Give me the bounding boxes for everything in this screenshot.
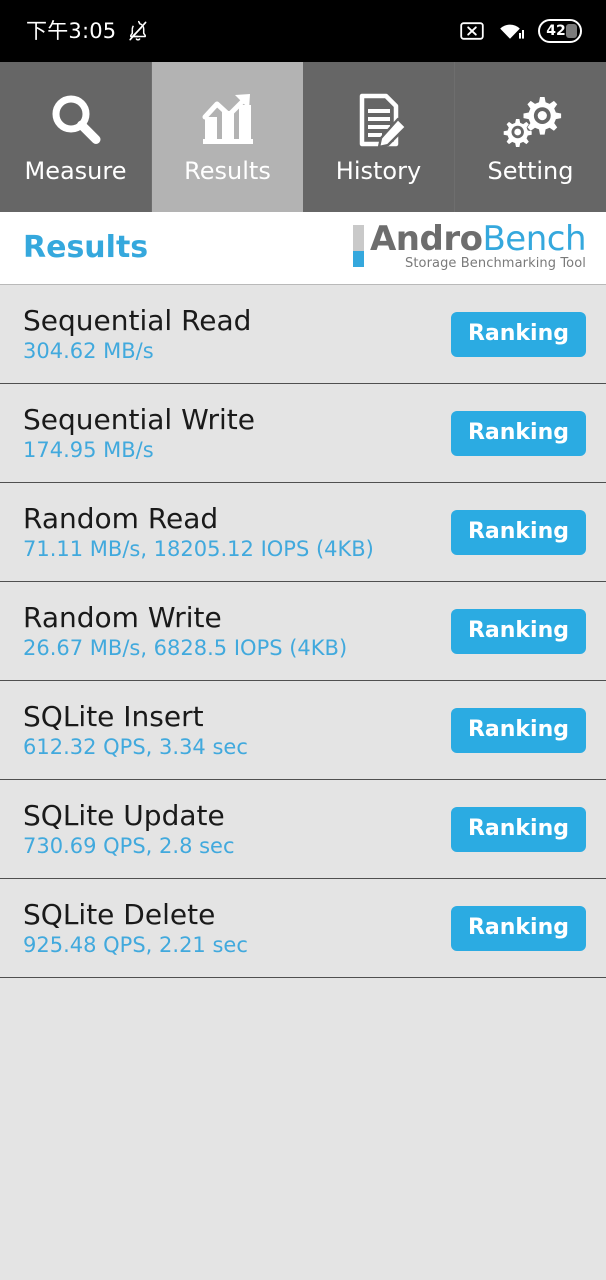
- tab-bar: Measure Results History Setting: [0, 62, 606, 212]
- row-texts: Sequential Write 174.95 MB/s: [23, 402, 256, 463]
- result-title: Random Write: [23, 600, 222, 634]
- result-title: SQLite Insert: [23, 699, 204, 733]
- result-value: 612.32 QPS, 3.34 sec: [23, 735, 248, 760]
- result-title: Random Read: [23, 501, 219, 535]
- table-row[interactable]: Random Read 71.11 MB/s, 18205.12 IOPS (4…: [0, 483, 606, 582]
- row-texts: Random Read 71.11 MB/s, 18205.12 IOPS (4…: [23, 501, 374, 562]
- table-row[interactable]: Random Write 26.67 MB/s, 6828.5 IOPS (4K…: [0, 582, 606, 681]
- row-texts: SQLite Insert 612.32 QPS, 3.34 sec: [23, 699, 248, 760]
- result-value: 730.69 QPS, 2.8 sec: [23, 834, 235, 859]
- page-title: Results: [23, 230, 149, 265]
- row-texts: Sequential Read 304.62 MB/s: [23, 303, 252, 364]
- status-bar-left: 下午3:05: [26, 19, 150, 43]
- no-sim-icon: [460, 21, 484, 41]
- result-value: 925.48 QPS, 2.21 sec: [23, 933, 248, 958]
- tab-results-label: Results: [184, 157, 271, 185]
- result-title: Sequential Write: [23, 402, 256, 436]
- logo-text: AndroBench Storage Benchmarking Tool: [370, 222, 587, 273]
- result-value: 304.62 MB/s: [23, 339, 154, 364]
- magnifier-icon: [45, 87, 107, 153]
- logo-tagline: Storage Benchmarking Tool: [404, 256, 586, 272]
- result-title: SQLite Update: [23, 798, 225, 832]
- result-value: 26.67 MB/s, 6828.5 IOPS (4KB): [23, 636, 348, 661]
- ranking-button[interactable]: Ranking: [450, 707, 586, 753]
- page-header: Results AndroBench Storage Benchmarking …: [0, 212, 606, 285]
- tab-history[interactable]: History: [303, 62, 455, 212]
- app-window: 下午3:05 42 Measure Results History Settin…: [0, 0, 606, 1280]
- ranking-button[interactable]: Ranking: [450, 410, 586, 456]
- table-row[interactable]: Sequential Write 174.95 MB/s Ranking: [0, 384, 606, 483]
- tab-results[interactable]: Results: [152, 62, 303, 212]
- tab-measure[interactable]: Measure: [0, 62, 152, 212]
- table-row[interactable]: SQLite Update 730.69 QPS, 2.8 sec Rankin…: [0, 780, 606, 879]
- battery-icon: 42: [538, 19, 582, 43]
- ranking-button[interactable]: Ranking: [450, 608, 586, 654]
- row-texts: Random Write 26.67 MB/s, 6828.5 IOPS (4K…: [23, 600, 348, 661]
- tab-measure-label: Measure: [24, 157, 127, 185]
- bar-chart-arrow-icon: [197, 87, 259, 153]
- bell-off-icon: [126, 19, 150, 43]
- logo-bench: Bench: [482, 218, 586, 259]
- results-list: Sequential Read 304.62 MB/s Ranking Sequ…: [0, 285, 606, 1280]
- table-row[interactable]: Sequential Read 304.62 MB/s Ranking: [0, 285, 606, 384]
- logo-wordmark: AndroBench: [370, 222, 587, 256]
- logo-andro: Andro: [369, 218, 483, 259]
- tab-setting-label: Setting: [487, 157, 574, 185]
- logo-bar-icon: [352, 224, 364, 267]
- row-texts: SQLite Delete 925.48 QPS, 2.21 sec: [23, 897, 248, 958]
- result-value: 71.11 MB/s, 18205.12 IOPS (4KB): [23, 537, 374, 562]
- ranking-button[interactable]: Ranking: [450, 509, 586, 555]
- tab-history-label: History: [335, 157, 422, 185]
- status-bar-clock: 下午3:05: [26, 18, 117, 43]
- androbench-logo: AndroBench Storage Benchmarking Tool: [352, 222, 587, 273]
- result-title: SQLite Delete: [23, 897, 216, 931]
- row-texts: SQLite Update 730.69 QPS, 2.8 sec: [23, 798, 235, 859]
- ranking-button[interactable]: Ranking: [450, 905, 586, 951]
- table-row[interactable]: SQLite Insert 612.32 QPS, 3.34 sec Ranki…: [0, 681, 606, 780]
- gears-icon: [500, 87, 562, 153]
- ranking-button[interactable]: Ranking: [450, 806, 586, 852]
- tab-setting[interactable]: Setting: [455, 62, 606, 212]
- document-pencil-icon: [348, 87, 410, 153]
- ranking-button[interactable]: Ranking: [450, 311, 586, 357]
- wifi-icon: [497, 20, 525, 42]
- status-bar-right: 42: [460, 19, 582, 43]
- result-value: 174.95 MB/s: [23, 438, 154, 463]
- result-title: Sequential Read: [23, 303, 252, 337]
- status-bar: 下午3:05 42: [0, 0, 606, 62]
- table-row[interactable]: SQLite Delete 925.48 QPS, 2.21 sec Ranki…: [0, 879, 606, 978]
- battery-level-text: 42: [546, 23, 566, 39]
